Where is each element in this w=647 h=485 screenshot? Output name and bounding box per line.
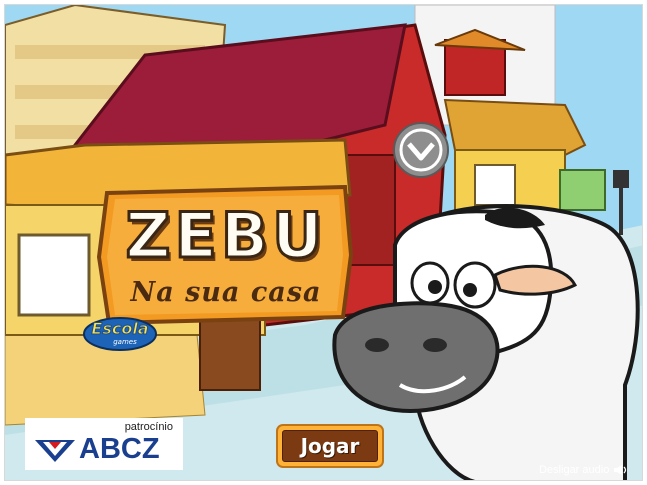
play-button-face: Jogar bbox=[282, 430, 378, 462]
speaker-icon bbox=[614, 465, 627, 475]
play-button[interactable]: Jogar bbox=[278, 426, 382, 466]
game-frame: ZEBU Na sua casa Escola games patrocínio… bbox=[4, 4, 643, 481]
sponsor-panel[interactable]: patrocínio ABCZ bbox=[25, 418, 183, 470]
game-title: ZEBU bbox=[124, 198, 327, 274]
publisher-tagline: games bbox=[113, 338, 137, 346]
game-title-logo: ZEBU Na sua casa bbox=[97, 185, 355, 325]
brand-badge-icon bbox=[393, 122, 449, 178]
publisher-name: Escola bbox=[91, 319, 149, 339]
game-subtitle: Na sua casa bbox=[130, 277, 322, 308]
play-button-label: Jogar bbox=[300, 434, 360, 458]
abcz-logo-icon bbox=[35, 440, 75, 462]
audio-toggle[interactable]: Desligar audio bbox=[533, 460, 631, 480]
sponsor-label: patrocínio bbox=[124, 421, 173, 433]
audio-toggle-label: Desligar audio bbox=[539, 464, 610, 476]
sponsor-name: ABCZ bbox=[79, 433, 160, 465]
publisher-logo: Escola games bbox=[83, 317, 157, 351]
